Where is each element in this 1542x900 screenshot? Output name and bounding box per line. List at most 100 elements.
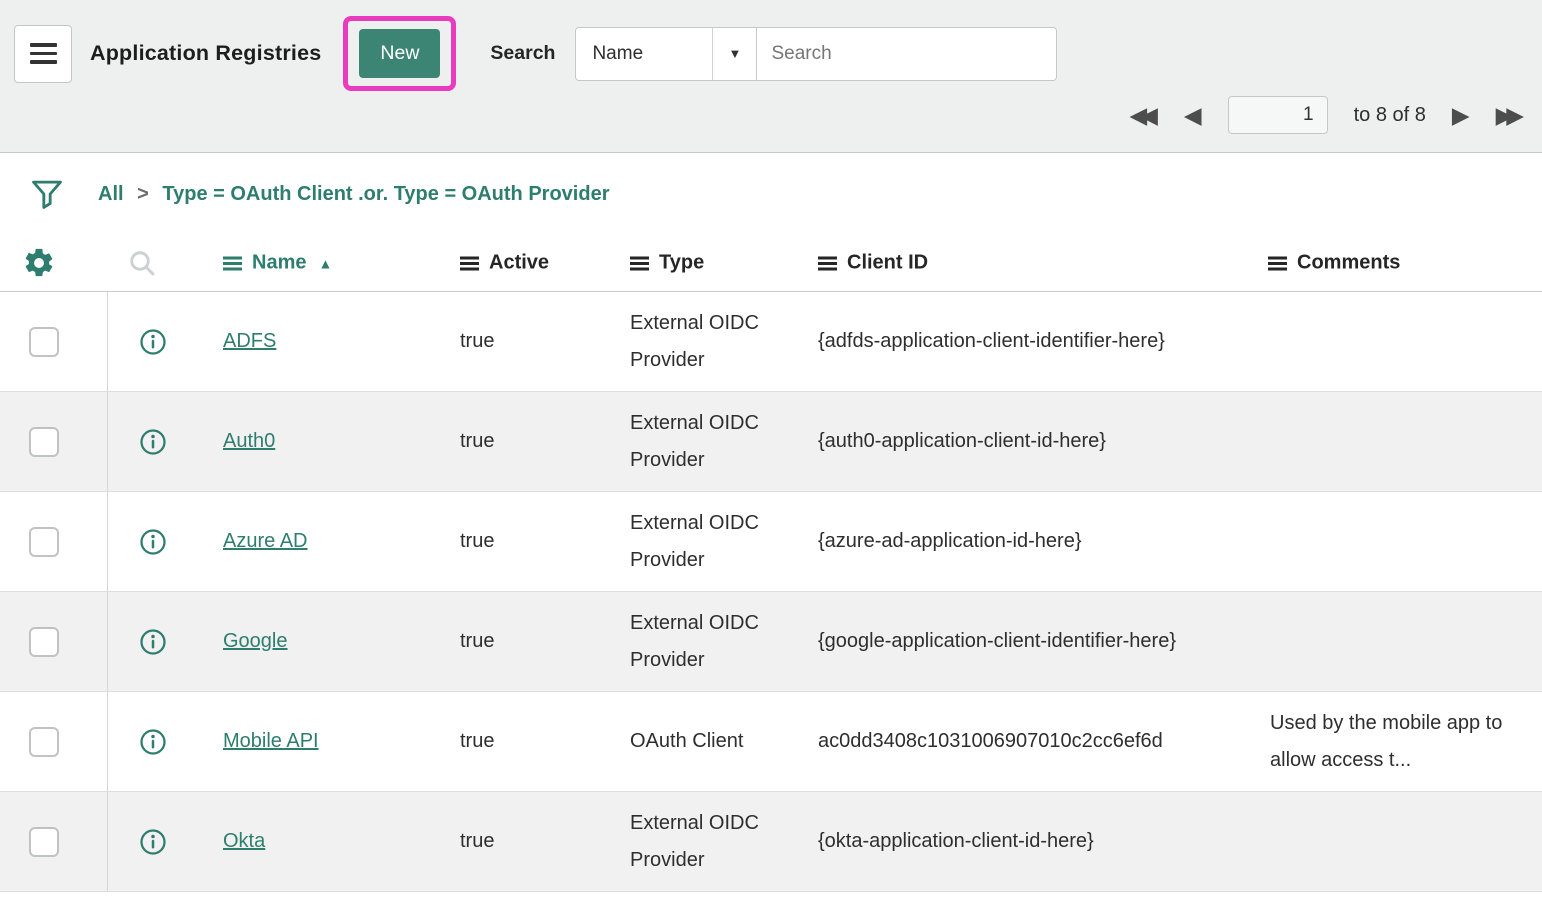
column-context-icon [223,256,242,270]
column-header-client-id[interactable]: Client ID [818,252,928,275]
list-context-menu-button[interactable] [14,25,72,83]
record-link[interactable]: Auth0 [223,430,275,453]
client-id-cell: {adfds-application-client-identifier-her… [818,292,1255,391]
checkbox-cell [0,592,108,691]
row-checkbox[interactable] [29,727,59,757]
checkbox-cell [0,492,108,591]
next-page-button[interactable]: ▶ [1452,104,1470,127]
active-cell: true [460,292,630,391]
table-row: ADFS true External OIDC Provider {adfds-… [0,292,1542,392]
name-cell: Auth0 [223,392,460,491]
record-link[interactable]: Mobile API [223,730,319,753]
chevron-down-icon: ▼ [712,28,756,80]
column-context-icon [630,256,649,270]
list-toolbar: Application Registries New Search Name ▼ [0,0,1542,91]
client-id-cell: {okta-application-client-id-here} [818,792,1255,891]
comments-cell: Used by the mobile app to allow access t… [1255,692,1542,791]
record-link[interactable]: ADFS [223,330,276,353]
comments-cell [1255,392,1542,491]
column-context-icon [818,256,837,270]
page-title: Application Registries [90,41,321,66]
pagination-range-text: to 8 of 8 [1354,104,1426,127]
checkbox-cell [0,792,108,891]
info-cell [108,592,223,691]
name-cell: Mobile API [223,692,460,791]
prev-page-button[interactable]: ◀ [1184,104,1202,127]
name-cell: Azure AD [223,492,460,591]
client-id-cell: {azure-ad-application-id-here} [818,492,1255,591]
info-icon[interactable] [138,427,168,457]
info-icon[interactable] [138,727,168,757]
active-cell: true [460,792,630,891]
info-cell [108,392,223,491]
row-checkbox[interactable] [29,627,59,657]
column-header-label: Name [252,252,306,275]
table-row: Auth0 true External OIDC Provider {auth0… [0,392,1542,492]
breadcrumb-filter-link[interactable]: Type = OAuth Client .or. Type = OAuth Pr… [162,183,609,205]
pagination-controls: ◀◀ ◀ to 8 of 8 ▶ ▶▶ [1130,96,1524,134]
table-row: Azure AD true External OIDC Provider {az… [0,492,1542,592]
first-page-button[interactable]: ◀◀ [1130,104,1158,127]
filter-icon[interactable] [28,175,66,213]
info-icon[interactable] [138,827,168,857]
info-cell [108,292,223,391]
page-number-input[interactable] [1228,96,1328,134]
info-cell [108,692,223,791]
type-cell: External OIDC Provider [630,792,818,891]
table-row: Okta true External OIDC Provider {okta-a… [0,792,1542,892]
column-header-label: Type [659,252,704,275]
info-icon[interactable] [138,527,168,557]
record-link[interactable]: Okta [223,830,265,853]
column-header-type[interactable]: Type [630,252,704,275]
row-checkbox[interactable] [29,527,59,557]
record-link[interactable]: Azure AD [223,530,307,553]
breadcrumb: All > Type = OAuth Client .or. Type = OA… [98,183,609,206]
column-context-icon [1268,256,1287,270]
column-header-label: Active [489,252,549,275]
column-header-name[interactable]: Name ▲ [223,252,332,275]
row-checkbox[interactable] [29,327,59,357]
list-search-icon[interactable] [126,247,158,279]
column-header-comments[interactable]: Comments [1268,252,1400,275]
type-cell: External OIDC Provider [630,292,818,391]
type-cell: External OIDC Provider [630,392,818,491]
column-header-label: Client ID [847,252,928,275]
active-cell: true [460,692,630,791]
checkbox-cell [0,292,108,391]
active-cell: true [460,492,630,591]
search-label: Search [490,42,555,65]
column-header-active[interactable]: Active [460,252,549,275]
comments-cell [1255,292,1542,391]
application-registries-list-page: Application Registries New Search Name ▼… [0,0,1542,892]
new-button[interactable]: New [359,29,440,78]
active-cell: true [460,592,630,691]
table-row: Mobile API true OAuth Client ac0dd3408c1… [0,692,1542,792]
client-id-cell: ac0dd3408c1031006907010c2cc6ef6d [818,692,1255,791]
list-header: Application Registries New Search Name ▼… [0,0,1542,153]
row-checkbox[interactable] [29,827,59,857]
client-id-cell: {auth0-application-client-id-here} [818,392,1255,491]
comments-cell [1255,492,1542,591]
row-checkbox[interactable] [29,427,59,457]
comments-cell [1255,792,1542,891]
type-cell: External OIDC Provider [630,592,818,691]
search-input[interactable] [757,27,1057,81]
info-cell [108,492,223,591]
column-context-icon [460,256,479,270]
record-link[interactable]: Google [223,630,288,653]
breadcrumb-all-link[interactable]: All [98,183,124,205]
client-id-cell: {google-application-client-identifier-he… [818,592,1255,691]
info-cell [108,792,223,891]
comments-cell [1255,592,1542,691]
checkbox-cell [0,692,108,791]
type-cell: External OIDC Provider [630,492,818,591]
search-field-select[interactable]: Name ▼ [575,27,757,81]
search-field-selected-value: Name [592,43,643,65]
table-row: Google true External OIDC Provider {goog… [0,592,1542,692]
gear-icon[interactable] [22,246,56,280]
info-icon[interactable] [138,627,168,657]
name-cell: ADFS [223,292,460,391]
info-icon[interactable] [138,327,168,357]
column-header-label: Comments [1297,252,1400,275]
last-page-button[interactable]: ▶▶ [1496,104,1524,127]
